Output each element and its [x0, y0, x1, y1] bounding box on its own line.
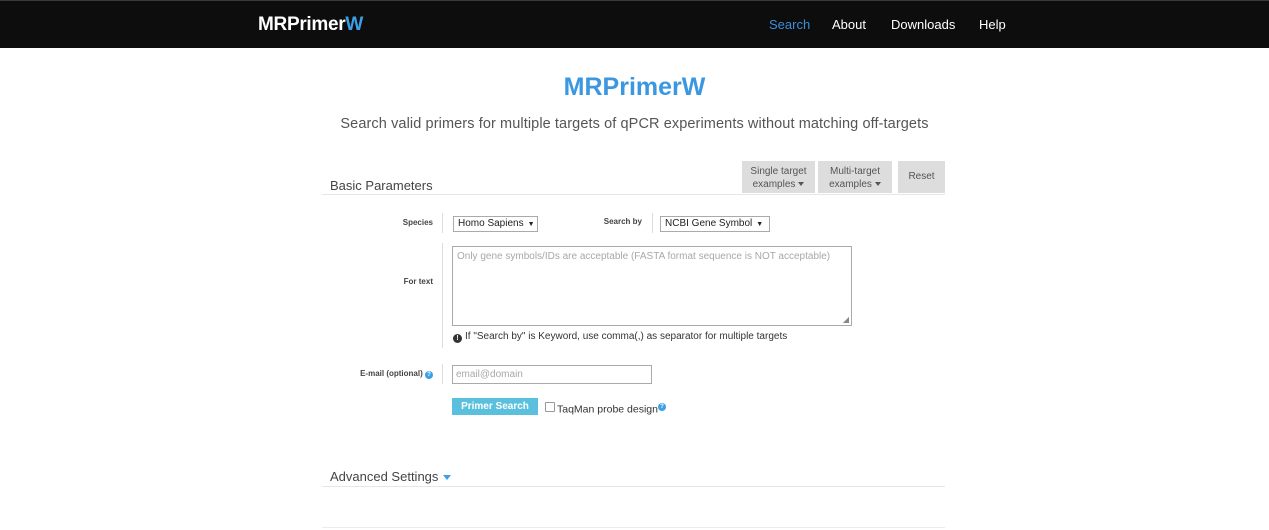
chevron-down-icon	[443, 475, 452, 481]
species-divider	[442, 213, 443, 233]
multi-target-label-line1: Multi-target	[829, 166, 880, 177]
basic-parameters-heading: Basic Parameters	[330, 178, 433, 193]
species-select[interactable]: Homo Sapiens ▼	[453, 216, 538, 232]
chevron-down-icon	[798, 182, 805, 187]
taqman-option: TaqMan probe design?	[557, 400, 666, 416]
single-target-label-line1: Single target	[750, 166, 807, 177]
search-by-select-value: NCBI Gene Symbol	[665, 218, 753, 229]
nav-help-link[interactable]: Help	[979, 17, 1006, 32]
species-label: Species	[402, 218, 433, 227]
resize-handle-icon[interactable]: ◢	[843, 315, 849, 324]
taqman-checkbox[interactable]	[545, 402, 555, 412]
email-divider	[442, 364, 443, 384]
nav-downloads-link[interactable]: Downloads	[891, 17, 955, 32]
email-placeholder: email@domain	[456, 369, 523, 380]
bottom-divider	[322, 527, 945, 528]
nav-search-link[interactable]: Search	[769, 17, 810, 32]
help-icon[interactable]: ?	[658, 403, 666, 411]
chevron-down-icon	[874, 182, 881, 187]
brand-logo[interactable]: MRPrimerW	[258, 14, 363, 36]
nav-about-link[interactable]: About	[832, 17, 866, 32]
dropdown-arrow-icon: ▼	[527, 221, 535, 228]
keyword-help-label: If "Search by" is Keyword, use comma(,) …	[465, 331, 788, 342]
taqman-label: TaqMan probe design	[557, 403, 658, 416]
page-title: MRPrimerW	[563, 73, 706, 101]
email-label-text: E-mail (optional)	[360, 369, 423, 378]
dropdown-arrow-icon: ▼	[756, 221, 764, 228]
search-by-divider	[652, 213, 653, 233]
single-target-label-line2: examples	[752, 179, 796, 190]
for-text-label: For text	[403, 277, 433, 286]
reset-button[interactable]: Reset	[898, 161, 945, 193]
basic-parameters-divider	[322, 194, 945, 195]
single-target-examples-button[interactable]: Single target examples	[742, 161, 815, 193]
multi-target-label-line2: examples	[829, 179, 872, 190]
species-select-value: Homo Sapiens	[458, 218, 524, 229]
for-text-placeholder: Only gene symbols/IDs are acceptable (FA…	[457, 251, 831, 262]
brand-suffix: W	[345, 14, 363, 35]
search-by-select[interactable]: NCBI Gene Symbol ▼	[660, 216, 770, 232]
keyword-help-text: ! If "Search by" is Keyword, use comma(,)…	[453, 331, 787, 343]
primer-search-button[interactable]: Primer Search	[452, 398, 538, 415]
help-icon[interactable]: ?	[425, 371, 433, 379]
advanced-settings-toggle[interactable]: Advanced Settings	[330, 469, 452, 484]
multi-target-examples-button[interactable]: Multi-target examples	[818, 161, 892, 193]
for-text-divider	[442, 243, 443, 348]
email-field[interactable]: email@domain	[452, 365, 652, 384]
top-navbar: MRPrimerW Search About Downloads Help	[0, 0, 1269, 48]
info-icon: !	[453, 334, 462, 343]
email-label: E-mail (optional) ?	[335, 369, 433, 379]
advanced-settings-label: Advanced Settings	[330, 469, 439, 484]
search-by-label: Search by	[603, 217, 642, 226]
brand-main: MRPrimer	[258, 14, 346, 35]
advanced-settings-divider	[322, 486, 945, 487]
page-subtitle: Search valid primers for multiple target…	[340, 116, 929, 132]
for-text-textarea[interactable]: Only gene symbols/IDs are acceptable (FA…	[452, 246, 852, 326]
